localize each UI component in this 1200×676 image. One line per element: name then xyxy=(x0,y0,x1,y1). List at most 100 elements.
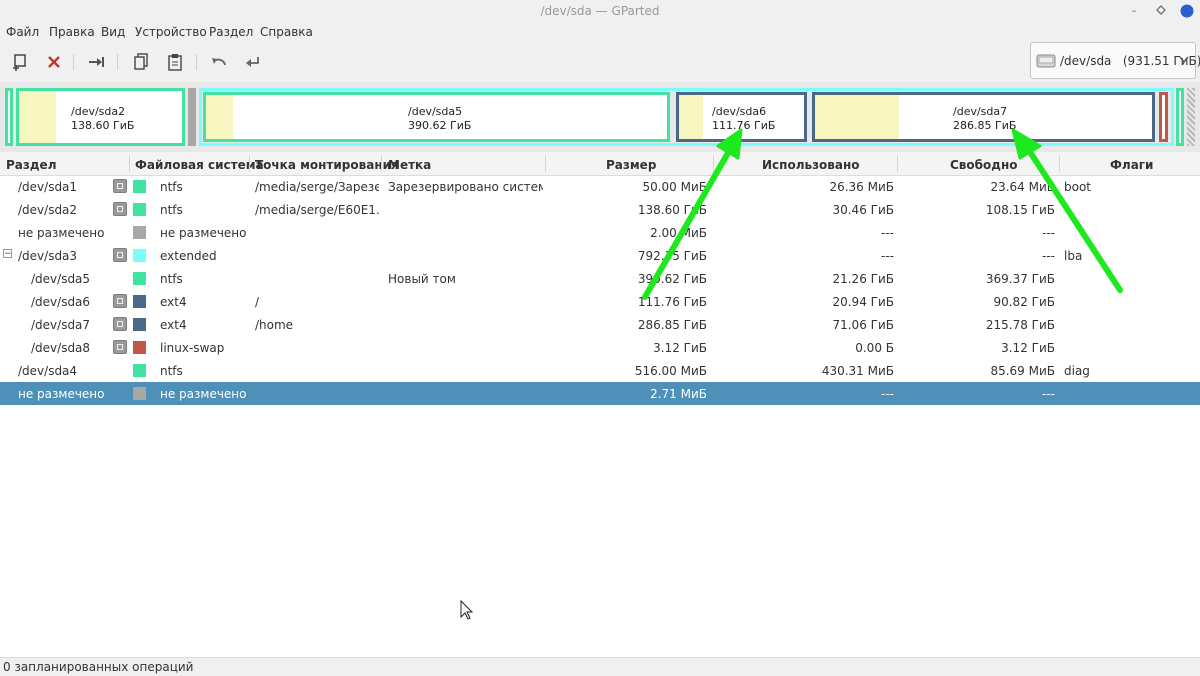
cell-unused: --- xyxy=(1042,249,1055,263)
column-unused[interactable]: Свободно xyxy=(950,158,1018,172)
table-row[interactable]: /dev/sda7 ext4/home 286.85 ГиБ 71.06 ГиБ 215… xyxy=(0,313,1200,336)
table-row[interactable]: /dev/sda1 ntfs/media/serge/Зарезе… Зарезер… xyxy=(0,175,1200,198)
fs-color-swatch xyxy=(133,318,146,331)
fs-color-swatch xyxy=(133,180,146,193)
resize-move-icon[interactable] xyxy=(84,50,110,74)
collapse-icon[interactable]: − xyxy=(3,249,12,259)
table-row[interactable]: /dev/sda4 ntfs 516.00 МиБ 430.31 МиБ 85.69 М… xyxy=(0,359,1200,382)
column-size[interactable]: Размер xyxy=(606,158,656,172)
cell-partition: /dev/sda8 xyxy=(31,341,91,355)
key-icon xyxy=(113,179,127,193)
cell-filesystem: ntfs xyxy=(160,180,183,194)
table-row[interactable]: /dev/sda8 linux-swap 3.12 ГиБ 0.00 Б 3.12 Ги… xyxy=(0,336,1200,359)
cell-mountpoint: /media/serge/Зарезе… xyxy=(255,180,379,194)
device-selector[interactable]: /dev/sda (931.51 ГиБ) xyxy=(1030,42,1200,79)
new-partition-icon[interactable] xyxy=(7,50,33,74)
menu-device[interactable]: Устройство xyxy=(135,25,207,39)
status-bar: 0 запланированных операций xyxy=(0,657,1200,676)
column-mountpoint[interactable]: Точка монтирования xyxy=(255,158,399,172)
cell-size: 2.00 МиБ xyxy=(650,226,707,240)
menu-view[interactable]: Вид xyxy=(101,25,125,39)
fs-color-swatch xyxy=(133,249,146,262)
diskmap-sda2[interactable]: /dev/sda2 138.60 ГиБ xyxy=(16,88,185,146)
table-row[interactable]: −/dev/sda3 extended 792.35 ГиБ --- --- lba xyxy=(0,244,1200,267)
cell-filesystem: linux-swap xyxy=(160,341,225,355)
menu-file[interactable]: Файл xyxy=(6,25,39,39)
fs-color-swatch xyxy=(133,203,146,216)
cell-used: --- xyxy=(881,226,894,240)
undo-icon[interactable] xyxy=(206,50,232,74)
cell-size: 516.00 МиБ xyxy=(634,364,707,378)
table-row[interactable]: не размечено не размечено 2.00 МиБ --- --- xyxy=(0,221,1200,244)
maximize-icon[interactable] xyxy=(1155,5,1167,17)
cell-mountpoint: /home xyxy=(255,318,294,332)
menu-help[interactable]: Справка xyxy=(260,25,313,39)
cell-used: 21.26 ГиБ xyxy=(832,272,894,286)
cell-flags: diag xyxy=(1064,364,1090,378)
cell-used: --- xyxy=(881,249,894,263)
key-icon xyxy=(113,202,127,216)
cell-size: 792.35 ГиБ xyxy=(637,249,707,263)
table-row[interactable]: не размечено не размечено 2.71 МиБ --- --- xyxy=(0,382,1200,405)
diskmap-sda7-name: /dev/sda7 xyxy=(953,105,1008,118)
cell-flags: lba xyxy=(1064,249,1083,263)
cell-filesystem: ext4 xyxy=(160,318,187,332)
close-icon[interactable] xyxy=(1180,4,1194,18)
toolbar xyxy=(0,42,1200,82)
partition-table: Раздел Файловая система Точка монтирован… xyxy=(0,152,1200,657)
cell-flags: boot xyxy=(1064,180,1092,194)
table-row[interactable]: /dev/sda6 ext4 / 111.76 ГиБ 20.94 ГиБ 90.82 Г… xyxy=(0,290,1200,313)
key-icon xyxy=(113,340,127,354)
table-row[interactable]: /dev/sda2 ntfs/media/serge/E60E1… 138.60 Г… xyxy=(0,198,1200,221)
diskmap-sda6[interactable]: /dev/sda6 111.76 ГиБ xyxy=(676,92,807,142)
menu-partition[interactable]: Раздел xyxy=(209,25,253,39)
key-icon xyxy=(113,317,127,331)
table-row[interactable]: /dev/sda5 ntfs Новый том 390.62 ГиБ 21.26 Ги… xyxy=(0,267,1200,290)
diskmap-sda8[interactable] xyxy=(1159,92,1168,142)
cell-used: 26.36 МиБ xyxy=(829,180,894,194)
diskmap-unallocated-1[interactable] xyxy=(188,88,196,146)
diskmap-sda6-name: /dev/sda6 xyxy=(712,105,767,118)
column-flags[interactable]: Флаги xyxy=(1110,158,1153,172)
cell-unused: 215.78 ГиБ xyxy=(985,318,1055,332)
diskmap-sda6-size: 111.76 ГиБ xyxy=(712,119,776,132)
cell-size: 3.12 ГиБ xyxy=(653,341,707,355)
diskmap-sda5-name: /dev/sda5 xyxy=(408,105,463,118)
cell-used: 20.94 ГиБ xyxy=(832,295,894,309)
cell-mountpoint: / xyxy=(255,295,260,309)
diskmap-sda1[interactable] xyxy=(5,88,13,146)
status-text: 0 запланированных операций xyxy=(3,660,194,674)
chevron-down-icon[interactable] xyxy=(1179,54,1189,67)
cell-unused: 108.15 ГиБ xyxy=(985,203,1055,217)
apply-icon[interactable] xyxy=(240,50,266,74)
menu-bar: Файл Правка Вид Устройство Раздел Справк… xyxy=(0,23,1200,42)
column-label[interactable]: Метка xyxy=(388,158,431,172)
fs-color-swatch xyxy=(133,364,146,377)
cell-size: 138.60 ГиБ xyxy=(637,203,707,217)
table-header: Раздел Файловая система Точка монтирован… xyxy=(0,152,1200,176)
cell-unused: 23.64 МиБ xyxy=(990,180,1055,194)
cell-partition: /dev/sda4 xyxy=(18,364,78,378)
title-bar: /dev/sda — GParted – xyxy=(0,0,1200,23)
diskmap-sda7[interactable]: /dev/sda7 286.85 ГиБ xyxy=(812,92,1155,142)
diskmap-sda5[interactable]: /dev/sda5 390.62 ГиБ xyxy=(203,92,670,142)
paste-icon[interactable] xyxy=(162,50,188,74)
cell-unused: 369.37 ГиБ xyxy=(985,272,1055,286)
cell-size: 111.76 ГиБ xyxy=(637,295,707,309)
delete-icon[interactable] xyxy=(41,50,67,74)
column-used[interactable]: Использовано xyxy=(762,158,860,172)
diskmap-unallocated-2[interactable] xyxy=(1187,88,1195,146)
column-partition[interactable]: Раздел xyxy=(6,158,56,172)
minimize-icon[interactable]: – xyxy=(1128,5,1140,17)
fs-color-swatch xyxy=(133,341,146,354)
menu-edit[interactable]: Правка xyxy=(49,25,95,39)
cell-used: 30.46 ГиБ xyxy=(832,203,894,217)
cell-partition: не размечено xyxy=(18,387,105,401)
cell-partition: /dev/sda5 xyxy=(31,272,91,286)
key-icon xyxy=(113,294,127,308)
diskmap-sda4[interactable] xyxy=(1176,88,1184,146)
column-filesystem[interactable]: Файловая система xyxy=(135,158,264,172)
cell-filesystem: не размечено xyxy=(160,226,247,240)
copy-icon[interactable] xyxy=(128,50,154,74)
cell-filesystem: ntfs xyxy=(160,364,183,378)
